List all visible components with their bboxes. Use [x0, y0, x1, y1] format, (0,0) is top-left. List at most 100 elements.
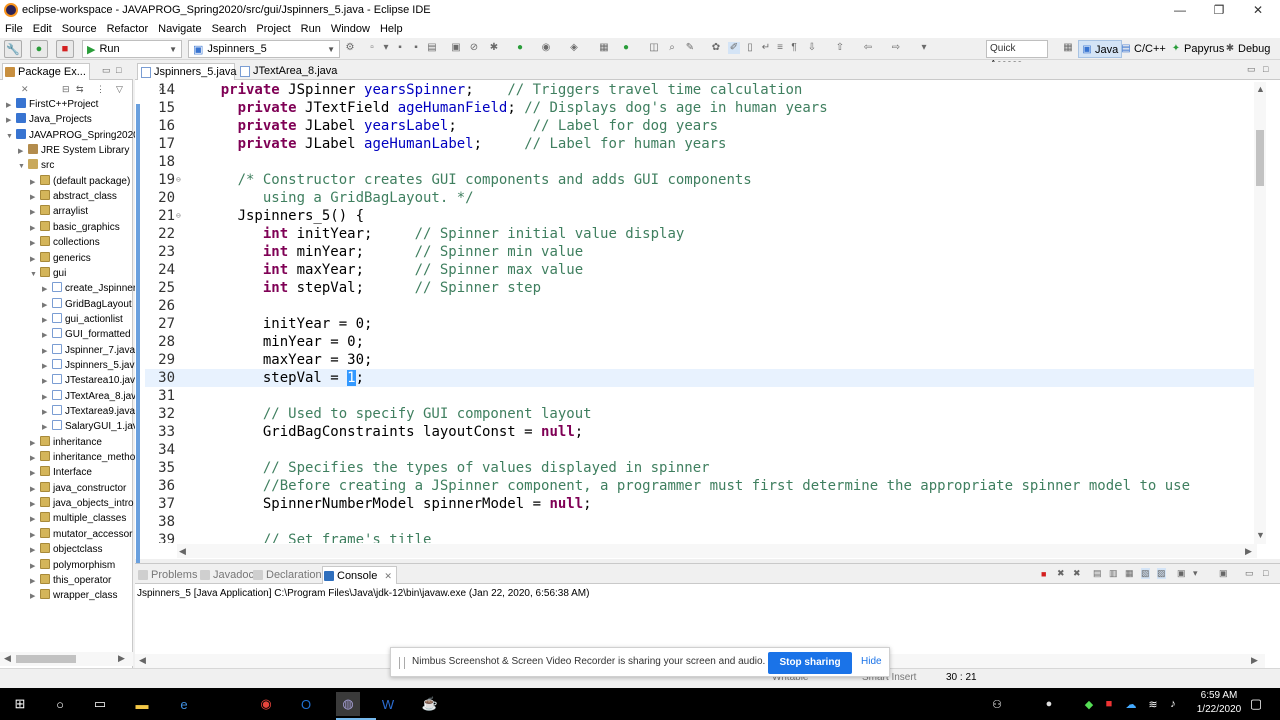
run-config-select[interactable]: ▶ Run ▼ — [82, 40, 182, 58]
code-line[interactable]: 14 private JSpinner yearsSpinner; // Tri… — [145, 81, 1255, 99]
close-icon[interactable]: ✕ — [21, 84, 29, 94]
show-on-output-icon[interactable]: ▧ — [1141, 568, 1150, 579]
link-editor-icon[interactable]: ⇆ — [76, 84, 84, 95]
tree-item[interactable]: ▶ collections — [30, 235, 136, 250]
tree-item[interactable]: ▼ JAVAPROG_Spring2020 — [6, 128, 136, 143]
remove-launch-icon[interactable]: ✖ — [1057, 568, 1065, 579]
minimize-button[interactable]: — — [1160, 0, 1200, 20]
code-line[interactable]: 33 GridBagConstraints layoutConst = null… — [145, 423, 1255, 441]
open-type-icon[interactable]: ◫ — [648, 42, 660, 54]
launch-target-select[interactable]: ▣ Jspinners_5 ▼ — [188, 40, 340, 58]
maximize-view-icon[interactable]: □ — [1263, 64, 1268, 74]
editor-vertical-scrollbar[interactable]: ▲ ▼ — [1254, 82, 1266, 544]
security-icon[interactable]: ■ — [1100, 692, 1118, 716]
expand-arrow-icon[interactable]: ▶ — [42, 405, 52, 419]
expand-arrow-icon[interactable]: ▶ — [30, 574, 40, 588]
perspective-debug[interactable]: ✱ Debug — [1222, 40, 1273, 58]
package-explorer-tab[interactable]: Package Ex... ✕ — [2, 63, 90, 94]
code-line[interactable]: 29 maxYear = 30; — [145, 351, 1255, 369]
tree-item[interactable]: ▶ wrapper_class — [30, 588, 136, 603]
tree-item[interactable]: ▶ (default package) — [30, 174, 136, 189]
expand-arrow-icon[interactable]: ▶ — [30, 466, 40, 480]
menu-run[interactable]: Run — [296, 23, 326, 35]
eclipse-taskbar-icon[interactable]: ◍ — [336, 692, 376, 720]
fold-toggle-icon[interactable]: ⊖ — [176, 171, 181, 189]
scroll-right-icon[interactable]: ▶ — [118, 653, 125, 664]
code-line[interactable]: 18 — [145, 153, 1255, 171]
code-line[interactable]: 20 using a GridBagLayout. */ — [145, 189, 1255, 207]
code-line[interactable]: 24 int maxYear; // Spinner max value — [145, 261, 1255, 279]
save-icon[interactable]: ▪ — [394, 42, 406, 54]
tree-item[interactable]: ▶ this_operator — [30, 573, 136, 588]
menu-navigate[interactable]: Navigate — [153, 23, 206, 35]
menu-file[interactable]: File — [0, 23, 28, 35]
code-line[interactable]: 28 minYear = 0; — [145, 333, 1255, 351]
onedrive-icon[interactable]: ☁ — [1122, 692, 1140, 716]
forward-icon[interactable]: ⇨ — [890, 42, 902, 54]
collapse-arrow-icon[interactable]: ▼ — [30, 267, 40, 281]
menu-source[interactable]: Source — [57, 23, 102, 35]
tree-item[interactable]: ▶ Jspinners_5.java — [42, 358, 136, 373]
toggle-block-icon[interactable]: ▯ — [744, 42, 756, 54]
tree-item[interactable]: ▶ inheritance_method — [30, 450, 136, 465]
tree-item[interactable]: ▶ JTestarea10.java — [42, 373, 136, 388]
clear-console-icon[interactable]: ▤ — [1093, 568, 1102, 579]
current-code-line[interactable]: 30 stepVal = 1; — [145, 369, 1255, 387]
collapse-arrow-icon[interactable]: ▼ — [6, 129, 16, 143]
chevron-down-icon[interactable]: ▽ — [116, 84, 123, 95]
expand-arrow-icon[interactable]: ▶ — [42, 298, 52, 312]
stop-sharing-button[interactable]: Stop sharing — [768, 652, 852, 674]
chevron-down-icon[interactable]: ▾ — [918, 42, 930, 54]
tree-item[interactable]: ▼ gui — [30, 266, 136, 281]
terminate-icon[interactable]: ■ — [56, 40, 74, 58]
menu-search[interactable]: Search — [207, 23, 252, 35]
people-icon[interactable]: ⚇ — [988, 692, 1006, 716]
menu-refactor[interactable]: Refactor — [102, 23, 154, 35]
expand-arrow-icon[interactable]: ▶ — [30, 543, 40, 557]
console-icon[interactable]: ▣ — [450, 42, 462, 54]
whitespace-icon[interactable]: ≡ — [774, 42, 786, 54]
tab-console[interactable]: Console ✕ — [322, 566, 397, 584]
tree-item[interactable]: ▶ gui_actionlist — [42, 312, 136, 327]
launch-icon[interactable]: ● — [30, 40, 48, 58]
tree-item[interactable]: ▶ java_objects_intro — [30, 496, 136, 511]
expand-arrow-icon[interactable]: ▶ — [30, 175, 40, 189]
open-console-icon[interactable]: ▣ — [1219, 568, 1228, 579]
scroll-left-icon[interactable]: ◀ — [4, 653, 11, 664]
expand-arrow-icon[interactable]: ▶ — [30, 190, 40, 204]
tree-item[interactable]: ▶ inheritance — [30, 435, 136, 450]
perspective-cpp[interactable]: ▤ C/C++ — [1118, 40, 1169, 58]
expand-arrow-icon[interactable]: ▶ — [30, 497, 40, 511]
code-line[interactable]: 32 // Used to specify GUI component layo… — [145, 405, 1255, 423]
menu-project[interactable]: Project — [251, 23, 295, 35]
external-tools-icon[interactable]: ◈ — [568, 42, 580, 54]
code-line[interactable]: 15 private JTextField ageHumanField; // … — [145, 99, 1255, 117]
minimize-view-icon[interactable]: ▭ — [1245, 568, 1254, 579]
expand-arrow-icon[interactable]: ▶ — [42, 313, 52, 327]
code-line[interactable]: 22 int initYear; // Spinner initial valu… — [145, 225, 1255, 243]
show-on-error-icon[interactable]: ▨ — [1157, 568, 1166, 579]
wrench-icon[interactable]: 🔧 — [4, 40, 22, 58]
windows-start-icon[interactable]: ⊞ — [8, 692, 32, 716]
tree-item[interactable]: ▶ java_constructor — [30, 481, 136, 496]
scroll-up-icon[interactable]: ▲ — [1256, 84, 1265, 94]
tree-horizontal-scrollbar[interactable]: ◀ ▶ — [0, 652, 133, 666]
code-line[interactable]: 37 SpinnerNumberModel spinnerModel = nul… — [145, 495, 1255, 513]
annotation-icon[interactable]: ✿ — [710, 42, 722, 54]
code-line[interactable]: 34 — [145, 441, 1255, 459]
tree-item[interactable]: ▶ abstract_class — [30, 189, 136, 204]
expand-arrow-icon[interactable]: ▶ — [30, 205, 40, 219]
code-line[interactable]: 35 // Specifies the types of values disp… — [145, 459, 1255, 477]
expand-arrow-icon[interactable]: ▶ — [42, 420, 52, 434]
pilcrow-icon[interactable]: ¶ — [788, 42, 800, 54]
search-icon[interactable]: ⌕ — [666, 42, 678, 54]
location-icon[interactable]: ● — [1040, 692, 1058, 716]
maximize-view-icon[interactable]: □ — [116, 65, 121, 75]
collapse-all-icon[interactable]: ⊟ — [62, 84, 70, 95]
notifications-icon[interactable]: ▢ — [1244, 692, 1268, 716]
close-icon[interactable]: ✕ — [384, 571, 392, 581]
tree-item[interactable]: ▶ generics — [30, 251, 136, 266]
expand-arrow-icon[interactable]: ▶ — [30, 512, 40, 526]
save-all-icon[interactable]: ▪ — [410, 42, 422, 54]
code-line[interactable]: 17 private JLabel ageHumanLabel; // Labe… — [145, 135, 1255, 153]
